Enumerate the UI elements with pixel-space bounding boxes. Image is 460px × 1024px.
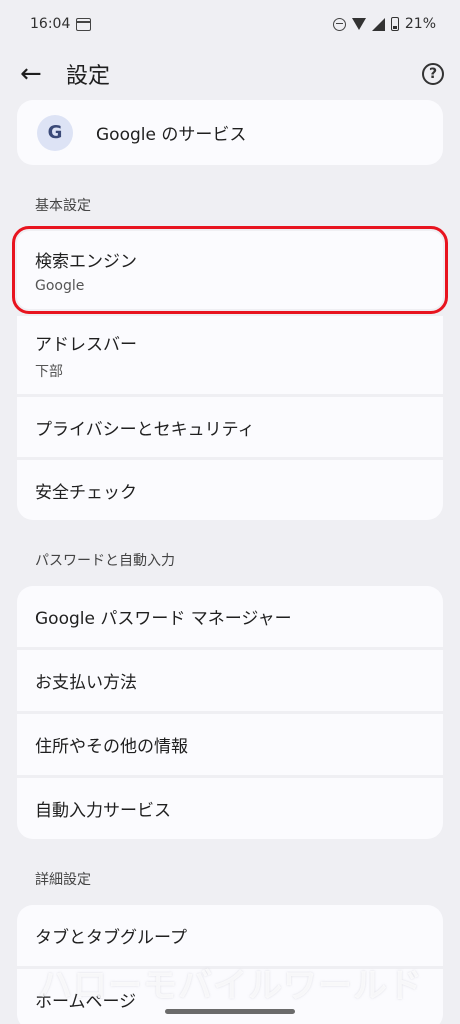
section-header-basic: 基本設定 <box>35 198 91 214</box>
status-left: 16:04 <box>30 16 92 32</box>
tabs-groups-label: タブとタブグループ <box>35 928 187 948</box>
safety-check-label: 安全チェック <box>35 482 137 503</box>
search-engine-value: Google <box>35 277 85 294</box>
homepage-item[interactable]: ホームページ <box>17 969 443 1024</box>
back-arrow-icon[interactable]: ← <box>20 59 50 89</box>
autofill-service-label: 自動入力サービス <box>35 801 171 821</box>
advanced-group: タブとタブグループ ホームページ <box>17 905 443 1024</box>
search-engine-item[interactable]: 検索エンジン Google <box>12 226 448 314</box>
settings-list[interactable]: G Google のサービス 基本設定 検索エンジン Google アドレスバー… <box>0 100 460 1024</box>
google-service-group: G Google のサービス <box>17 100 443 165</box>
password-manager-label: Google パスワード マネージャー <box>35 609 292 629</box>
status-bar: 16:04 21% <box>0 0 460 48</box>
gesture-home-bar[interactable] <box>165 1009 295 1014</box>
google-services-item[interactable]: G Google のサービス <box>17 100 443 165</box>
status-time: 16:04 <box>30 16 71 32</box>
addresses-item[interactable]: 住所やその他の情報 <box>17 714 443 775</box>
payment-methods-label: お支払い方法 <box>35 673 137 693</box>
address-bar-label: アドレスバー <box>35 334 137 355</box>
payment-methods-item[interactable]: お支払い方法 <box>17 650 443 711</box>
password-manager-item[interactable]: Google パスワード マネージャー <box>17 586 443 647</box>
section-header-autofill: パスワードと自動入力 <box>35 553 175 569</box>
basic-settings-group: 検索エンジン Google アドレスバー 下部 プライバシーとセキュリティ 安全… <box>12 226 448 520</box>
address-bar-item[interactable]: アドレスバー 下部 <box>17 316 443 394</box>
signal-icon <box>371 17 385 31</box>
google-logo-icon: G <box>37 114 73 151</box>
addresses-label: 住所やその他の情報 <box>35 737 188 757</box>
address-bar-value: 下部 <box>35 363 63 380</box>
section-header-advanced: 詳細設定 <box>35 872 91 888</box>
wifi-icon <box>351 18 366 30</box>
privacy-security-label: プライバシーとセキュリティ <box>35 419 255 440</box>
privacy-security-item[interactable]: プライバシーとセキュリティ <box>17 397 443 457</box>
autofill-service-item[interactable]: 自動入力サービス <box>17 778 443 839</box>
safety-check-item[interactable]: 安全チェック <box>17 460 443 520</box>
calendar-icon <box>76 17 92 31</box>
status-right: 21% <box>332 16 436 32</box>
google-services-label: Google のサービス <box>96 125 247 145</box>
battery-percent: 21% <box>404 16 436 32</box>
page-title: 設定 <box>66 64 111 89</box>
autofill-group: Google パスワード マネージャー お支払い方法 住所やその他の情報 自動入… <box>17 586 443 839</box>
battery-icon <box>390 17 399 31</box>
help-icon[interactable]: ? <box>422 63 444 85</box>
app-bar: ← 設定 ? <box>0 48 460 100</box>
do-not-disturb-icon <box>332 17 346 31</box>
tabs-groups-item[interactable]: タブとタブグループ <box>17 905 443 966</box>
search-engine-label: 検索エンジン <box>35 251 137 272</box>
